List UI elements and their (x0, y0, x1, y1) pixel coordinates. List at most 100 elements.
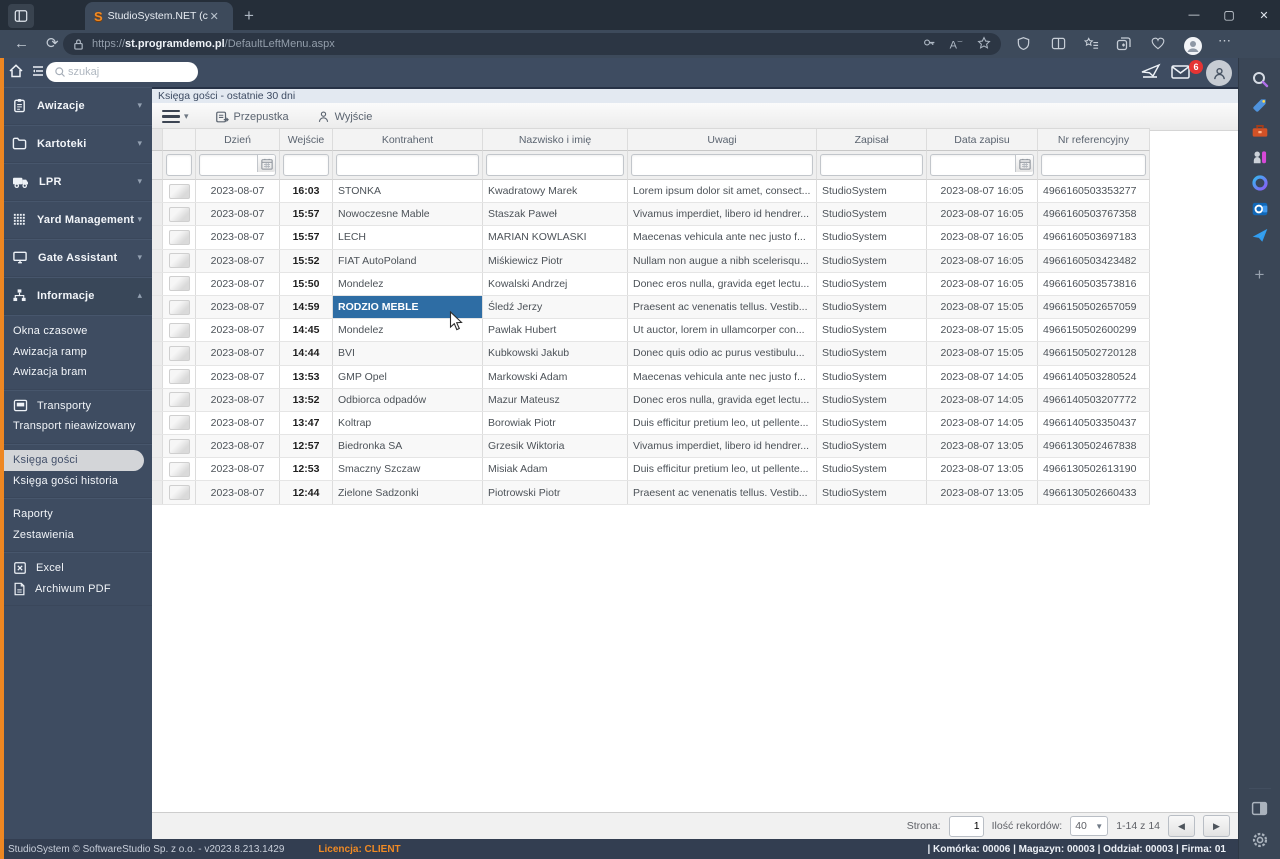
row-thumb-cell[interactable] (163, 272, 196, 295)
cell-dzien[interactable]: 2023-08-07 (196, 435, 280, 458)
table-row[interactable]: 2023-08-07 13:52 Odbiorca odpadów Mazur Mat… (152, 388, 1150, 412)
tab-close-icon[interactable]: ✕ (210, 10, 219, 23)
cell-data-zapisu[interactable]: 2023-08-07 16:05 (927, 249, 1038, 272)
sidebar-item-informacje[interactable]: Informacje ▴ (0, 277, 152, 315)
cell-wejscie[interactable]: 12:57 (280, 435, 333, 458)
column-header-dzien[interactable]: Dzień (196, 128, 280, 151)
read-aloud-icon[interactable]: A⌣ (950, 36, 963, 52)
cell-zapisal[interactable]: StudioSystem (817, 342, 927, 365)
attachment-thumb-icon[interactable] (168, 392, 190, 408)
cell-zapisal[interactable]: StudioSystem (817, 249, 927, 272)
table-row[interactable]: 2023-08-07 14:59 RODZIO MEBLE Śledź Jerzy Pr… (152, 295, 1150, 320)
cell-wejscie[interactable]: 13:52 (280, 388, 333, 411)
favorite-star-icon[interactable] (977, 35, 991, 53)
new-tab-button[interactable]: + (244, 6, 254, 26)
sidebar-link-archiwum-pdf[interactable]: Archiwum PDF (0, 579, 152, 600)
cell-data-zapisu[interactable]: 2023-08-07 15:05 (927, 342, 1038, 365)
add-icon[interactable]: + (1247, 262, 1273, 288)
search-input[interactable] (66, 65, 170, 79)
cell-kontrahent[interactable]: Mondelez (333, 319, 483, 342)
sidebar-item-awizacje[interactable]: Awizacje ▾ (0, 87, 152, 125)
cell-uwagi[interactable]: Praesent ac venenatis tellus. Vestib... (628, 295, 817, 319)
mail-icon[interactable] (1171, 65, 1190, 84)
table-row[interactable]: 2023-08-07 15:50 Mondelez Kowalski Andrzej D… (152, 272, 1150, 296)
browser-essentials-icon[interactable] (1150, 36, 1166, 56)
table-row[interactable]: 2023-08-07 13:53 GMP Opel Markowski Adam Mae… (152, 365, 1150, 389)
outlook-icon[interactable] (1247, 196, 1273, 222)
cell-data-zapisu[interactable]: 2023-08-07 14:05 (927, 388, 1038, 411)
drop-icon[interactable] (1247, 222, 1273, 248)
games-icon[interactable] (1247, 144, 1273, 170)
attachment-thumb-icon[interactable] (168, 438, 190, 454)
attachment-thumb-icon[interactable] (168, 322, 190, 338)
cell-kontrahent[interactable]: Biedronka SA (333, 435, 483, 458)
cell-data-zapisu[interactable]: 2023-08-07 16:05 (927, 226, 1038, 249)
column-header-uwagi[interactable]: Uwagi (628, 128, 817, 151)
cell-wejscie[interactable]: 15:57 (280, 226, 333, 249)
row-thumb-cell[interactable] (163, 203, 196, 226)
cell-wejscie[interactable]: 15:50 (280, 272, 333, 295)
cell-nr-referencyjny[interactable]: 4966130502660433 (1038, 481, 1150, 504)
settings-gear-icon[interactable] (1247, 827, 1273, 853)
back-icon[interactable]: ← (14, 35, 29, 53)
send-icon[interactable] (1140, 63, 1162, 86)
cell-kontrahent[interactable]: GMP Opel (333, 365, 483, 388)
cell-nr-referencyjny[interactable]: 4966150502657059 (1038, 295, 1150, 319)
cell-data-zapisu[interactable]: 2023-08-07 16:05 (927, 180, 1038, 203)
cell-nazwisko[interactable]: Miśkiewicz Piotr (483, 249, 628, 272)
cell-zapisal[interactable]: StudioSystem (817, 435, 927, 458)
workspaces-icon[interactable] (8, 4, 34, 28)
cell-data-zapisu[interactable]: 2023-08-07 14:05 (927, 365, 1038, 388)
cell-kontrahent[interactable]: BVI (333, 342, 483, 365)
cell-wejscie[interactable]: 14:44 (280, 342, 333, 365)
sidebar-link-excel[interactable]: Excel (0, 558, 152, 579)
panel-icon[interactable] (1247, 795, 1273, 821)
sidebar-link-okna-czasowe[interactable]: Okna czasowe (0, 321, 152, 342)
column-header-wejscie[interactable]: Wejście (280, 128, 333, 151)
m365-icon[interactable] (1247, 170, 1273, 196)
cell-dzien[interactable]: 2023-08-07 (196, 365, 280, 388)
sidebar-link-raporty[interactable]: Raporty (0, 504, 152, 525)
cell-dzien[interactable]: 2023-08-07 (196, 458, 280, 481)
column-header-kontrahent[interactable]: Kontrahent (333, 128, 483, 151)
cell-zapisal[interactable]: StudioSystem (817, 411, 927, 435)
calendar-icon[interactable] (1015, 155, 1033, 172)
cell-wejscie[interactable]: 12:53 (280, 458, 333, 481)
table-row[interactable]: 2023-08-07 14:44 BVI Kubkowski Jakub Donec q… (152, 342, 1150, 366)
cell-nr-referencyjny[interactable]: 4966160503353277 (1038, 180, 1150, 203)
row-thumb-cell[interactable] (163, 342, 196, 365)
cell-uwagi[interactable]: Praesent ac venenatis tellus. Vestib... (628, 481, 817, 504)
page-input[interactable] (948, 815, 984, 837)
row-thumb-cell[interactable] (163, 481, 196, 504)
split-screen-icon[interactable] (1051, 36, 1066, 56)
cell-nazwisko[interactable]: Mazur Mateusz (483, 388, 628, 411)
sidebar-item-kartoteki[interactable]: Kartoteki ▾ (0, 125, 152, 163)
cell-dzien[interactable]: 2023-08-07 (196, 180, 280, 203)
table-row[interactable]: 2023-08-07 12:57 Biedronka SA Grzesik Wikto… (152, 435, 1150, 459)
cell-wejscie[interactable]: 16:03 (280, 180, 333, 203)
cell-zapisal[interactable]: StudioSystem (817, 458, 927, 481)
cell-dzien[interactable]: 2023-08-07 (196, 342, 280, 365)
cell-nr-referencyjny[interactable]: 4966130502613190 (1038, 458, 1150, 481)
table-row[interactable]: 2023-08-07 16:03 STONKA Kwadratowy Marek Lor… (152, 180, 1150, 204)
cell-kontrahent[interactable]: STONKA (333, 180, 483, 203)
cell-data-zapisu[interactable]: 2023-08-07 13:05 (927, 435, 1038, 458)
cell-uwagi[interactable]: Donec eros nulla, gravida eget lectu... (628, 388, 817, 411)
cell-zapisal[interactable]: StudioSystem (817, 272, 927, 295)
cell-nr-referencyjny[interactable]: 4966160503767358 (1038, 203, 1150, 226)
row-thumb-cell[interactable] (163, 226, 196, 249)
cell-zapisal[interactable]: StudioSystem (817, 295, 927, 319)
cell-kontrahent[interactable]: LECH (333, 226, 483, 249)
attachment-thumb-icon[interactable] (168, 206, 190, 222)
filter-input[interactable] (166, 154, 192, 176)
cell-nr-referencyjny[interactable]: 4966140503280524 (1038, 365, 1150, 388)
calendar-icon[interactable] (257, 155, 275, 172)
refresh-icon[interactable]: ⟳ (46, 35, 59, 53)
column-header-zapisal[interactable]: Zapisał (817, 128, 927, 151)
cell-uwagi[interactable]: Maecenas vehicula ante nec justo f... (628, 226, 817, 249)
cell-uwagi[interactable]: Lorem ipsum dolor sit amet, consect... (628, 180, 817, 203)
cell-nr-referencyjny[interactable]: 4966130502467838 (1038, 435, 1150, 458)
table-row[interactable]: 2023-08-07 13:47 Koltrap Borowiak Piotr Duis… (152, 411, 1150, 436)
menu-toggle-icon[interactable] (30, 63, 46, 84)
table-row[interactable]: 2023-08-07 12:44 Zielone Sadzonki Piotrowsk… (152, 481, 1150, 505)
